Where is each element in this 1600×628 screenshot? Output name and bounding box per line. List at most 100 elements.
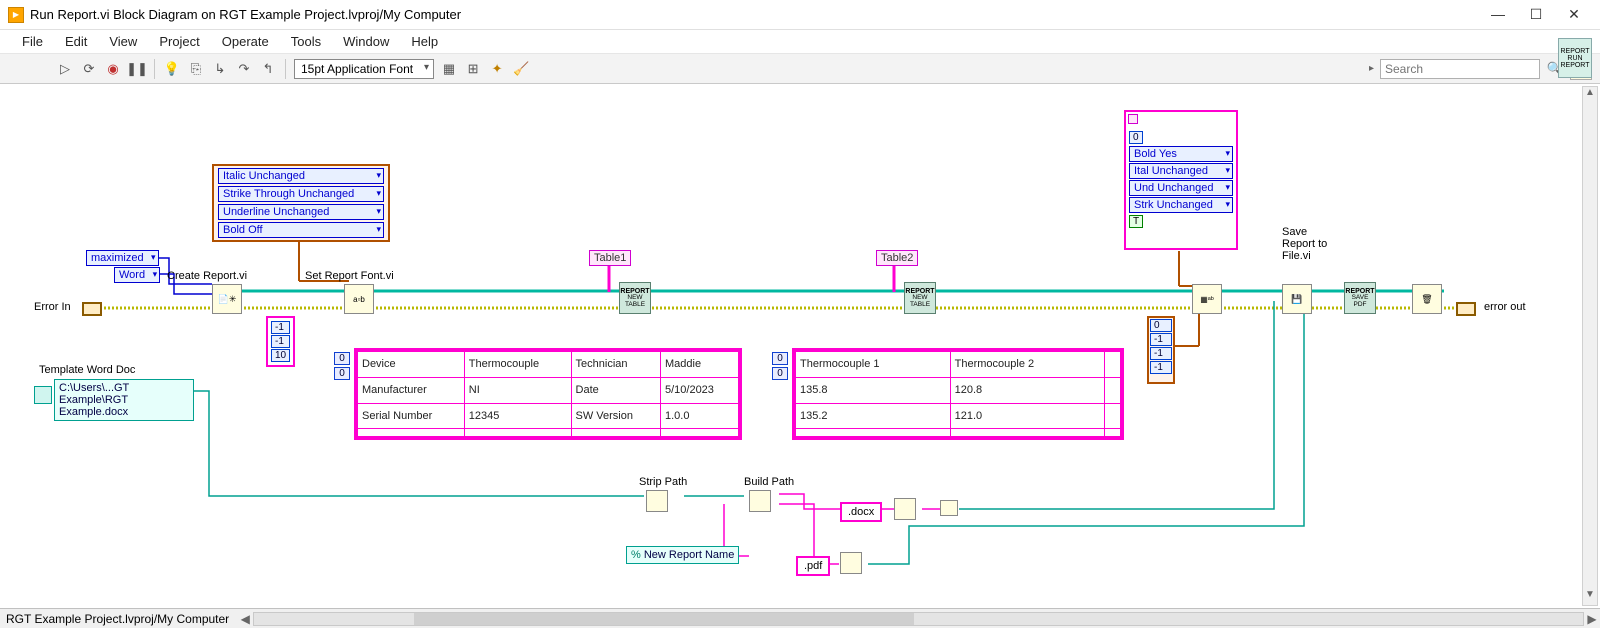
new-table-node-1[interactable]: REPORT NEW TABLE (619, 282, 651, 314)
right-cluster-zero[interactable]: 0 (1129, 131, 1143, 144)
rn-a[interactable]: 0 (1150, 319, 1172, 332)
strip-path-node[interactable] (646, 490, 668, 512)
set-table-font-node[interactable]: ▦ᵃᵇ (1192, 284, 1222, 314)
scroll-up-icon[interactable]: ▲ (1583, 87, 1597, 103)
window-title: Run Report.vi Block Diagram on RGT Examp… (30, 7, 1488, 22)
vertical-scrollbar[interactable]: ▲ ▼ (1582, 86, 1598, 606)
right-cluster[interactable]: 0 Bold Yes Ital Unchanged Und Unchanged … (1124, 110, 1238, 250)
table2-bookmark[interactable]: Table2 (876, 250, 918, 266)
error-out-label: error out (1484, 301, 1526, 313)
ext-pdf[interactable]: .pdf (796, 556, 830, 576)
concat-node-1[interactable] (894, 498, 916, 520)
block-diagram-canvas[interactable]: Error In error out maximized Word Create… (4, 86, 1580, 606)
scroll-left-icon[interactable]: ◀ (237, 612, 253, 626)
set-report-font-node[interactable]: a▫b (344, 284, 374, 314)
menu-operate[interactable]: Operate (212, 32, 279, 51)
close-button[interactable]: ✕ (1564, 6, 1584, 23)
strip-path-label: Strip Path (639, 476, 687, 488)
step-over-icon[interactable]: ↷ (235, 60, 253, 78)
error-in-label: Error In (34, 301, 71, 313)
dispose-report-node[interactable]: 🗑 (1412, 284, 1442, 314)
vi-icon-button[interactable]: REPORT RUN REPORT (1558, 38, 1592, 78)
search-input[interactable] (1380, 59, 1540, 79)
table2-idx1[interactable]: 0 (772, 367, 788, 380)
path-indicator-icon[interactable] (34, 386, 52, 404)
run-icon[interactable]: ▷ (56, 60, 74, 78)
menu-project[interactable]: Project (149, 32, 209, 51)
new-table-node-2[interactable]: REPORT NEW TABLE (904, 282, 936, 314)
menubar: File Edit View Project Operate Tools Win… (0, 30, 1600, 54)
scroll-down-icon[interactable]: ▼ (1583, 589, 1597, 605)
italic-ring[interactable]: Italic Unchanged (218, 168, 384, 184)
scroll-right-icon[interactable]: ▶ (1584, 612, 1600, 626)
maximize-button[interactable]: ☐ (1526, 6, 1546, 23)
retain-icon[interactable]: ⎘ (187, 60, 205, 78)
menu-window[interactable]: Window (333, 32, 399, 51)
str-to-path-1[interactable] (940, 500, 958, 516)
create-report-label: Create Report.vi (167, 270, 247, 282)
font-cluster[interactable]: Italic Unchanged Strike Through Unchange… (212, 164, 390, 242)
error-in-terminal[interactable] (82, 302, 102, 316)
table1-idx1[interactable]: 0 (334, 367, 350, 380)
table2-array[interactable]: Thermocouple 1Thermocouple 2 135.8120.8 … (792, 348, 1124, 440)
menu-view[interactable]: View (99, 32, 147, 51)
minimize-button[interactable]: — (1488, 6, 1508, 23)
step-in-icon[interactable]: ↳ (211, 60, 229, 78)
highlight-icon[interactable]: 💡 (163, 60, 181, 78)
error-out-terminal[interactable] (1456, 302, 1476, 316)
status-path: RGT Example Project.lvproj/My Computer (6, 612, 229, 626)
right-num-cluster[interactable]: 0 -1 -1 -1 (1147, 316, 1175, 384)
table2-idx0[interactable]: 0 (772, 352, 788, 365)
concat-node-2[interactable] (840, 552, 862, 574)
rn-c[interactable]: -1 (1150, 347, 1172, 360)
pause-icon[interactable]: ❚❚ (128, 60, 146, 78)
size-array[interactable]: -1 -1 10 (266, 316, 295, 367)
step-out-icon[interactable]: ↰ (259, 60, 277, 78)
save-report-node[interactable]: 💾 (1282, 284, 1312, 314)
right-cluster-str[interactable] (1128, 114, 1138, 124)
create-report-node[interactable]: 📄✳ (212, 284, 242, 314)
menu-edit[interactable]: Edit (55, 32, 97, 51)
rn-b[interactable]: -1 (1150, 333, 1172, 346)
menu-file[interactable]: File (12, 32, 53, 51)
table1-idx0[interactable]: 0 (334, 352, 350, 365)
ext-docx[interactable]: .docx (840, 502, 882, 522)
menu-help[interactable]: Help (401, 32, 448, 51)
build-path-label: Build Path (744, 476, 794, 488)
right-italic-ring[interactable]: Ital Unchanged (1129, 163, 1233, 179)
font-selector[interactable]: 15pt Application Font (294, 59, 434, 79)
const-10[interactable]: 10 (271, 349, 290, 362)
cleanup-icon[interactable]: 🧹 (512, 60, 530, 78)
template-path-control[interactable]: C:\Users\...GT Example\RGT Example.docx (54, 379, 194, 421)
report-type-ring[interactable]: Word (114, 267, 160, 283)
right-bold-ring[interactable]: Bold Yes (1129, 146, 1233, 162)
distribute-icon[interactable]: ⊞ (464, 60, 482, 78)
save-pdf-node[interactable]: REPORT SAVE PDF (1344, 282, 1376, 314)
right-underline-ring[interactable]: Und Unchanged (1129, 180, 1233, 196)
vi-icon-top: REPORT (1560, 48, 1589, 55)
app-icon: ▶ (8, 7, 24, 23)
new-report-name-control[interactable]: % New Report Name (626, 546, 739, 564)
table1-array[interactable]: DeviceThermocoupleTechnicianMaddie Manuf… (354, 348, 742, 440)
align-icon[interactable]: ▦ (440, 60, 458, 78)
hscroll-thumb[interactable] (414, 613, 914, 625)
statusbar: RGT Example Project.lvproj/My Computer ◀… (0, 608, 1600, 628)
reorder-icon[interactable]: ✦ (488, 60, 506, 78)
search-dropdown-icon[interactable]: ▸ (1369, 63, 1374, 74)
table1-bookmark[interactable]: Table1 (589, 250, 631, 266)
menu-tools[interactable]: Tools (281, 32, 331, 51)
abort-icon[interactable]: ◉ (104, 60, 122, 78)
window-state-ring[interactable]: maximized (86, 250, 159, 266)
horizontal-scrollbar[interactable]: ◀ ▶ (237, 612, 1600, 626)
titlebar: ▶ Run Report.vi Block Diagram on RGT Exa… (0, 0, 1600, 30)
right-bool-t[interactable]: T (1129, 215, 1143, 228)
bold-ring[interactable]: Bold Off (218, 222, 384, 238)
right-strike-ring[interactable]: Strk Unchanged (1129, 197, 1233, 213)
run-cont-icon[interactable]: ⟳ (80, 60, 98, 78)
build-path-node[interactable] (749, 490, 771, 512)
rn-d[interactable]: -1 (1150, 361, 1172, 374)
const-m1a[interactable]: -1 (271, 321, 290, 334)
const-m1b[interactable]: -1 (271, 335, 290, 348)
strike-ring[interactable]: Strike Through Unchanged (218, 186, 384, 202)
underline-ring[interactable]: Underline Unchanged (218, 204, 384, 220)
